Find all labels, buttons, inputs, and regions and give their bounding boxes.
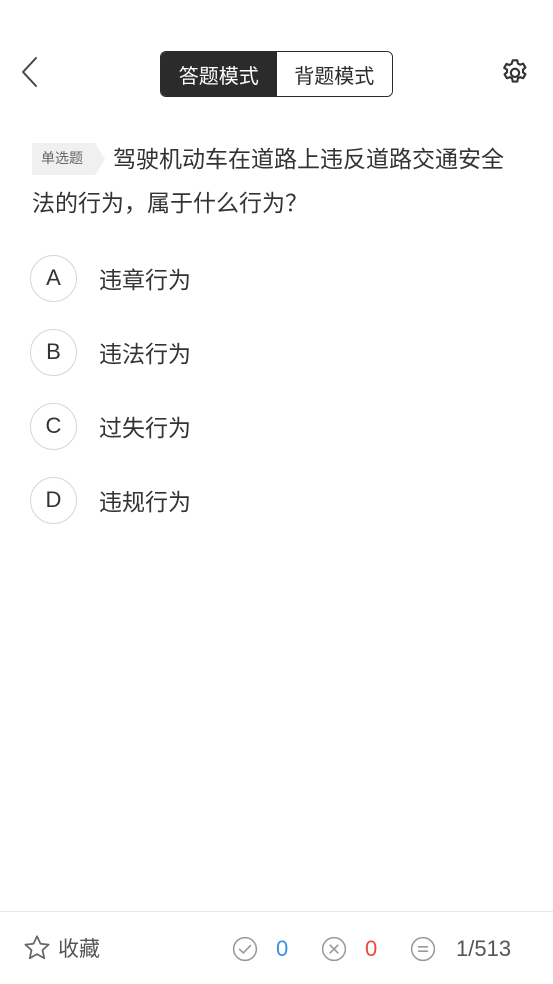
progress-button[interactable]: 1/513 bbox=[410, 934, 511, 964]
tab-memorize-mode[interactable]: 背题模式 bbox=[276, 52, 392, 96]
x-circle-icon bbox=[321, 936, 347, 962]
option-c[interactable]: C 过失行为 bbox=[30, 402, 530, 450]
back-button[interactable] bbox=[14, 54, 46, 90]
option-letter: B bbox=[30, 328, 77, 376]
wrong-number: 0 bbox=[365, 936, 378, 961]
option-text: 违规行为 bbox=[99, 490, 191, 516]
progress-number: 1/513 bbox=[456, 936, 512, 961]
tab-answer-mode[interactable]: 答题模式 bbox=[161, 52, 277, 96]
mode-switch: 答题模式 背题模式 bbox=[160, 51, 393, 97]
star-icon bbox=[24, 935, 50, 960]
option-letter: D bbox=[30, 476, 77, 524]
option-a[interactable]: A 违章行为 bbox=[30, 254, 530, 302]
correct-count: 0 bbox=[232, 934, 288, 964]
option-text: 违法行为 bbox=[99, 342, 191, 368]
wrong-count: 0 bbox=[321, 934, 377, 964]
option-letter: A bbox=[30, 254, 77, 302]
gear-icon bbox=[503, 59, 527, 83]
question: 单选题 驾驶机动车在道路上违反道路交通安全法的行为，属于什么行为？ bbox=[32, 138, 522, 226]
option-text: 过失行为 bbox=[99, 416, 191, 442]
question-type-badge: 单选题 bbox=[32, 142, 105, 175]
chevron-left-icon bbox=[22, 57, 37, 87]
option-letter: C bbox=[30, 402, 77, 450]
header: 答题模式 背题模式 bbox=[0, 40, 553, 104]
bottom-bar: 收藏 0 0 1/513 bbox=[0, 911, 553, 984]
favorite-button[interactable]: 收藏 bbox=[22, 932, 100, 964]
list-circle-icon bbox=[410, 936, 436, 962]
quiz-screen: 答题模式 背题模式 单选题 驾驶机动车在道路上违反道路交通安全法的行为，属于什么行… bbox=[0, 0, 553, 984]
option-d[interactable]: D 违规行为 bbox=[30, 476, 530, 524]
options-list: A 违章行为 B 违法行为 C 过失行为 D 违规行为 bbox=[30, 254, 530, 550]
correct-number: 0 bbox=[276, 936, 289, 961]
check-circle-icon bbox=[232, 936, 258, 962]
settings-button[interactable] bbox=[497, 55, 533, 91]
option-b[interactable]: B 违法行为 bbox=[30, 328, 530, 376]
option-text: 违章行为 bbox=[99, 268, 191, 294]
favorite-label: 收藏 bbox=[58, 937, 100, 961]
